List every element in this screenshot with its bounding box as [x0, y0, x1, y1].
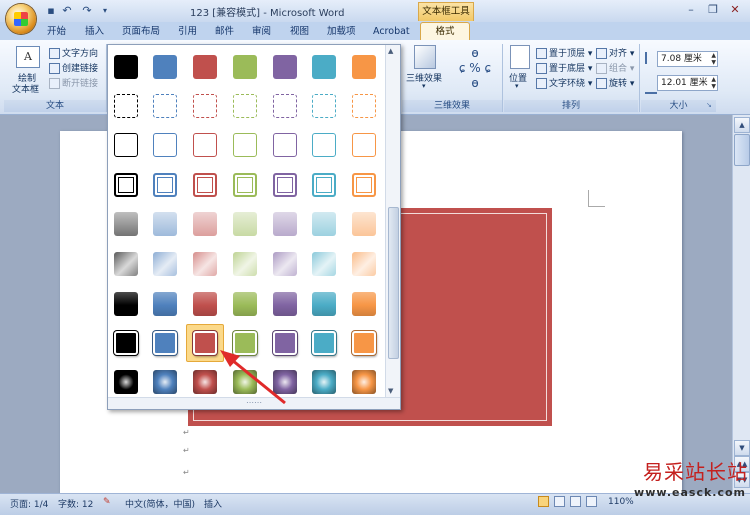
- watermark: 易采站长站 www.easck.com: [624, 456, 750, 512]
- arrow-shaft: [231, 358, 286, 405]
- watermark-url: www.easck.com: [634, 486, 746, 499]
- annotation-arrow: [220, 350, 286, 405]
- watermark-title: 易采站长站: [643, 460, 748, 484]
